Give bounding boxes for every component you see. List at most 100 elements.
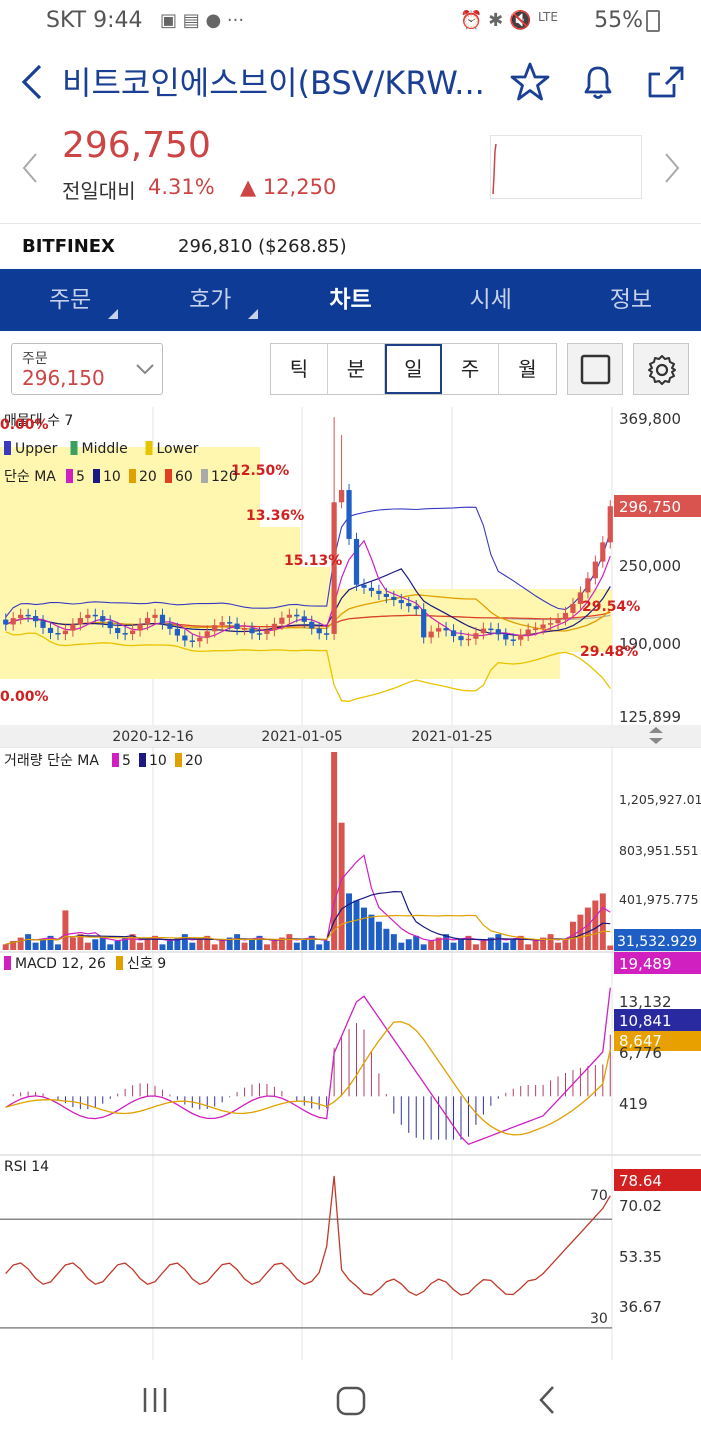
macd-line-tag: 19,489 [619, 955, 672, 973]
volume-profile-bar [0, 589, 612, 619]
volume-bar [390, 934, 397, 950]
candle-body [361, 584, 367, 588]
volume-bar [353, 900, 360, 950]
home-icon[interactable] [336, 1386, 366, 1416]
candle-body [100, 616, 106, 622]
legend-swatch [70, 441, 78, 455]
candle-body [85, 614, 91, 619]
chart-area[interactable]: 369,800310,000250,000190,000125,899296,7… [0, 407, 701, 1360]
recent-apps-icon[interactable] [140, 1386, 170, 1414]
date-axis-tick: 2021-01-25 [411, 729, 492, 745]
candle-body [264, 630, 270, 634]
vp-percent-label: 29.54% [582, 599, 640, 615]
volume-bar [219, 940, 226, 950]
volume-bar [196, 939, 203, 950]
volume-bar [510, 939, 517, 950]
period-month[interactable]: 월 [499, 344, 556, 394]
volume-bar [114, 940, 121, 950]
volume-tag-value: 31,532.929 [617, 934, 697, 950]
candle-body [428, 631, 434, 638]
tab-orderbook[interactable]: 호가 [140, 269, 280, 331]
rsi-axis-tick: 53.35 [619, 1248, 662, 1266]
volume-bar [293, 942, 300, 950]
volume-bar [263, 944, 270, 950]
candle-body [204, 631, 210, 638]
fullscreen-button[interactable] [567, 343, 623, 395]
volume-bar [25, 934, 32, 950]
back-nav-icon[interactable] [536, 1384, 558, 1416]
volume-bar [405, 939, 412, 950]
mini-chart[interactable] [490, 135, 642, 199]
candle-body [480, 628, 487, 634]
period-week[interactable]: 주 [442, 344, 500, 394]
candle-body [197, 637, 203, 642]
volume-bar [383, 928, 390, 950]
alarm-button[interactable] [576, 60, 620, 104]
candle-body [600, 542, 606, 562]
price-axis-tick: 369,800 [619, 410, 681, 428]
macd-axis-tick: 6,776 [619, 1044, 662, 1062]
candle-body [47, 627, 54, 633]
price-axis-tick: 250,000 [619, 557, 681, 575]
candle-body [32, 616, 39, 622]
volume-bar [17, 937, 24, 950]
candle-body [421, 609, 427, 638]
candle-body [3, 619, 9, 625]
volume-bar [532, 940, 539, 950]
next-coin-button[interactable] [660, 150, 682, 190]
period-day[interactable]: 일 [385, 344, 443, 394]
candle-body [55, 632, 61, 635]
volume-bar [458, 939, 464, 950]
chart-settings-button[interactable] [633, 343, 689, 395]
order-price-dropdown[interactable]: 주문 296,150 [11, 343, 163, 395]
current-price: 296,750 [62, 125, 211, 166]
volume-profile-bar [0, 447, 260, 527]
volume-bar [525, 944, 532, 950]
period-tick[interactable]: 틱 [271, 344, 328, 394]
share-button[interactable] [644, 60, 688, 104]
prev-coin-button[interactable] [20, 150, 42, 190]
volume-axis-tick: 401,975.775 [619, 892, 699, 907]
candle-body [115, 628, 121, 634]
tab-quotes[interactable]: 시세 [421, 269, 561, 331]
status-bar: SKT 9:44 ▣ ▤ ● ··· ⏰ ✱ 🔇 LTE 55% [0, 0, 701, 44]
rsi-panel-label: RSI 14 [4, 1159, 49, 1175]
menu-indicator-icon [108, 309, 119, 319]
back-button[interactable] [18, 60, 48, 104]
period-selector: 틱 분 일 주 월 [270, 343, 557, 395]
tab-info[interactable]: 정보 [561, 269, 701, 331]
candle-body [189, 640, 195, 642]
volume-profile-bar [0, 567, 330, 589]
volume-bar [547, 934, 554, 950]
legend-swatch [201, 469, 208, 483]
chevron-right-icon [665, 153, 680, 183]
volume-bar [316, 944, 323, 950]
change-percent: 4.31% [148, 175, 215, 199]
exchange-name: BITFINEX [22, 236, 115, 257]
legend-swatch [139, 753, 146, 767]
candle-body [107, 621, 113, 629]
favorite-button[interactable] [508, 60, 552, 104]
candle-body [443, 628, 449, 631]
volume-bar [54, 944, 61, 950]
volume-bar [189, 942, 196, 950]
tab-chart[interactable]: 차트 [280, 269, 420, 331]
exchange-row: BITFINEX 296,810 ($268.85) [0, 223, 701, 269]
share-icon [648, 66, 684, 98]
candle-body [227, 622, 233, 624]
tab-order[interactable]: 주문 [0, 269, 140, 331]
tab-label: 차트 [329, 287, 372, 313]
period-minute[interactable]: 분 [328, 344, 385, 394]
legend-swatch [175, 753, 182, 767]
candle-body [391, 596, 397, 601]
macd-tag: 10,841 [619, 1012, 672, 1030]
volume-bar [166, 940, 173, 950]
volume-bar [92, 939, 99, 950]
candle-body [219, 622, 225, 626]
tab-label: 주문 [48, 287, 92, 313]
bollinger-legend-item: Upper [15, 441, 58, 457]
tab-label: 호가 [189, 287, 232, 313]
menu-indicator-icon [248, 309, 259, 319]
legend-swatch [93, 469, 100, 483]
volume-ma-legend-item: 20 [185, 753, 203, 769]
